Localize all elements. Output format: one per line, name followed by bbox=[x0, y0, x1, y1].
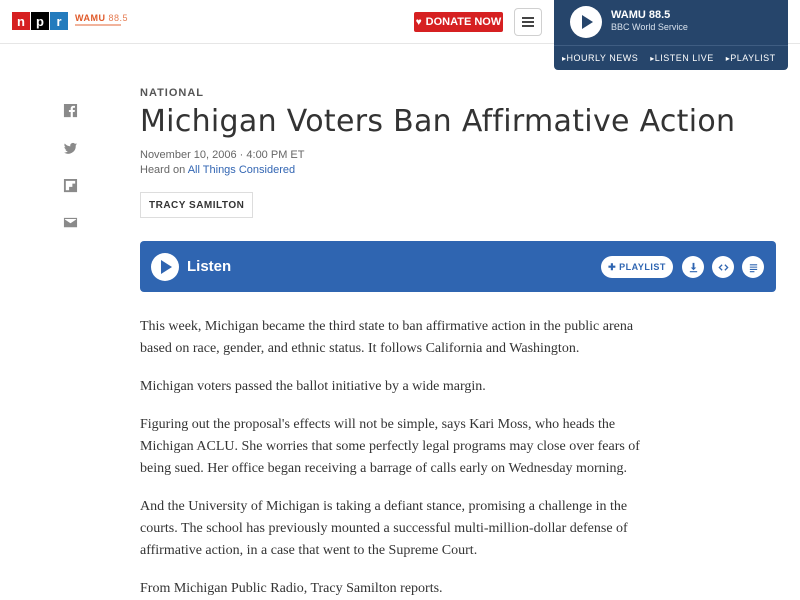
station-logo-name: WAMU bbox=[75, 13, 106, 23]
station-logo[interactable]: WAMU 88.5 bbox=[75, 13, 128, 23]
facebook-icon[interactable] bbox=[62, 102, 78, 118]
email-icon[interactable] bbox=[62, 214, 78, 230]
add-to-playlist-button[interactable]: ✚ PLAYLIST bbox=[601, 256, 673, 278]
transcript-icon[interactable] bbox=[742, 256, 764, 278]
donate-label: DONATE NOW bbox=[425, 16, 502, 28]
heard-on: Heard on All Things Considered bbox=[140, 164, 295, 176]
donate-button[interactable]: ♥ DONATE NOW bbox=[414, 12, 503, 32]
player-links: HOURLY NEWS LISTEN LIVE PLAYLIST bbox=[554, 45, 788, 70]
npr-logo-p: p bbox=[31, 12, 49, 30]
npr-logo[interactable]: n p r bbox=[12, 12, 68, 30]
story-paragraph: Figuring out the proposal's effects will… bbox=[140, 417, 640, 476]
program-link[interactable]: All Things Considered bbox=[188, 164, 295, 176]
story-paragraph: From Michigan Public Radio, Tracy Samilt… bbox=[140, 581, 443, 596]
listen-label: Listen bbox=[187, 258, 232, 275]
plus-icon: ✚ bbox=[608, 261, 617, 272]
hamburger-icon bbox=[522, 17, 534, 27]
npr-logo-n: n bbox=[12, 12, 30, 30]
byline-button[interactable]: TRACY SAMILTON bbox=[140, 192, 254, 218]
heart-icon: ♥ bbox=[415, 16, 422, 28]
flipboard-icon[interactable] bbox=[62, 177, 78, 193]
story-body: This week, Michigan became the third sta… bbox=[140, 316, 660, 600]
embed-icon[interactable] bbox=[712, 256, 734, 278]
station-logo-freq: 88.5 bbox=[108, 13, 129, 23]
dateline: November 10, 2006 · 4:00 PM ET bbox=[140, 149, 305, 161]
playlist-link[interactable]: PLAYLIST bbox=[726, 53, 776, 63]
live-play-button[interactable] bbox=[570, 6, 602, 38]
section-slug[interactable]: NATIONAL bbox=[140, 87, 204, 99]
twitter-icon[interactable] bbox=[62, 140, 78, 156]
listen-bar: Listen ✚ PLAYLIST bbox=[140, 241, 776, 292]
play-icon[interactable] bbox=[151, 253, 179, 281]
player-program: BBC World Service bbox=[611, 22, 688, 32]
playlist-label: PLAYLIST bbox=[619, 262, 666, 272]
player-station: WAMU 88.5 bbox=[611, 9, 671, 21]
story-paragraph: This week, Michigan became the third sta… bbox=[140, 319, 634, 356]
npr-logo-r: r bbox=[50, 12, 68, 30]
heard-on-prefix: Heard on bbox=[140, 164, 188, 176]
hourly-news-link[interactable]: HOURLY NEWS bbox=[562, 53, 638, 63]
story-paragraph: Michigan voters passed the ballot initia… bbox=[140, 379, 486, 394]
story-paragraph: And the University of Michigan is taking… bbox=[140, 499, 628, 558]
download-icon[interactable] bbox=[682, 256, 704, 278]
listen-live-link[interactable]: LISTEN LIVE bbox=[650, 53, 714, 63]
page-title: Michigan Voters Ban Affirmative Action bbox=[140, 104, 736, 139]
live-player: WAMU 88.5 BBC World Service HOURLY NEWS … bbox=[554, 0, 788, 70]
menu-button[interactable] bbox=[514, 8, 542, 36]
station-tagline-mark bbox=[75, 24, 121, 26]
